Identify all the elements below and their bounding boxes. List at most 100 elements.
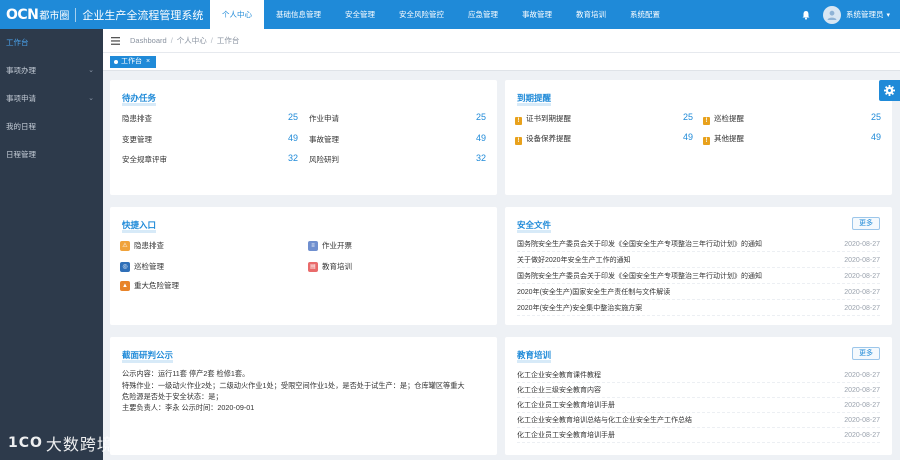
task-label[interactable]: 作业申请 [309, 113, 339, 124]
task-count[interactable]: 49 [268, 133, 298, 143]
sidebar-item-my-schedule[interactable]: 我的日程 [0, 113, 103, 141]
menu-toggle-icon[interactable] [111, 36, 120, 45]
quick-entry-work-ticket[interactable]: ≡ 作业开票 [308, 240, 352, 251]
gear-icon [884, 85, 895, 96]
user-name[interactable]: 系统管理员 [846, 9, 884, 20]
reminder-item[interactable]: ! 设备保养提醒 [515, 133, 571, 145]
document-date: 2020-08-27 [844, 288, 880, 296]
document-date: 2020-08-27 [844, 240, 880, 248]
document-date: 2020-08-27 [844, 256, 880, 264]
nav-system-config[interactable]: 系统配置 [618, 0, 672, 29]
document-title: 2020年(安全生产)安全集中整治实施方案 [517, 305, 643, 312]
reminder-count[interactable]: 25 [851, 112, 881, 122]
quick-entry-major-hazard[interactable]: ▲ 重大危险管理 [120, 280, 179, 291]
warning-icon: ! [703, 117, 710, 125]
training-icon: ▤ [308, 261, 318, 272]
breadcrumb-workbench: 工作台 [216, 36, 240, 45]
app-title: 企业生产全流程管理系统 [82, 9, 204, 22]
sidebar-item-handling[interactable]: 事项办理 ⌄ [0, 57, 103, 85]
sidebar-item-schedule-management[interactable]: 日程管理 [0, 141, 103, 169]
task-count[interactable]: 32 [456, 153, 486, 163]
document-date: 2020-08-27 [844, 272, 880, 280]
quick-entry-label: 重大危险管理 [134, 281, 179, 290]
document-title: 2020年(安全生产)国家安全生产责任制与文件解读 [517, 289, 671, 296]
list-item[interactable]: 国务院安全生产委员会关于印发《全国安全生产专项整治三年行动计划》的通知 2020… [517, 269, 880, 284]
reminder-label: 巡检提醒 [714, 114, 744, 123]
brand[interactable]: OCN 都市圈 企业生产全流程管理系统 [0, 0, 210, 29]
course-date: 2020-08-27 [844, 416, 880, 424]
list-item[interactable]: 2020年(安全生产)国家安全生产责任制与文件解读 2020-08-27 [517, 285, 880, 300]
tab-label: 工作台 [121, 58, 142, 65]
user-area: 系统管理员 ▾ [801, 5, 900, 24]
warning-icon: ! [703, 137, 710, 145]
tab-workbench[interactable]: 工作台 × [110, 56, 157, 68]
task-label[interactable]: 变更管理 [122, 134, 152, 145]
reminder-count[interactable]: 49 [851, 132, 881, 142]
list-item[interactable]: 化工企业员工安全教育培训手册 2020-08-27 [517, 398, 880, 413]
list-item[interactable]: 关于做好2020年安全生产工作的通知 2020-08-27 [517, 253, 880, 268]
sidebar-item-workbench[interactable]: 工作台 [0, 29, 103, 57]
chevron-down-icon[interactable]: ▾ [886, 11, 890, 19]
tags-view: 工作台 × [103, 53, 900, 71]
reminder-item[interactable]: ! 巡检提醒 [703, 113, 744, 125]
document-title: 国务院安全生产委员会关于印发《全国安全生产专项整治三年行动计划》的通知 [517, 241, 762, 248]
avatar[interactable] [822, 5, 841, 24]
breadcrumb-dashboard[interactable]: Dashboard [130, 36, 167, 45]
reminder-item[interactable]: ! 证书到期提醒 [515, 113, 571, 125]
task-count[interactable]: 25 [268, 112, 298, 122]
quick-entry-hazard-check[interactable]: ⚠ 隐患排查 [120, 240, 164, 251]
sidebar-item-label: 事项申请 [6, 94, 36, 103]
list-item[interactable]: 化工企业员工安全教育培训手册 2020-08-27 [517, 428, 880, 443]
list-item[interactable]: 化工企业安全教育课件教程 2020-08-27 [517, 368, 880, 383]
list-item[interactable]: 2020年(安全生产)安全集中整治实施方案 2020-08-27 [517, 301, 880, 316]
warning-icon: ! [515, 137, 522, 145]
course-date: 2020-08-27 [844, 401, 880, 409]
reminder-count[interactable]: 49 [663, 132, 693, 142]
notice-line: 主要负责人：李永 公示时间：2020-09-01 [122, 403, 255, 412]
nav-safety[interactable]: 安全管理 [333, 0, 387, 29]
breadcrumb: Dashboard / 个人中心 / 工作台 [103, 29, 900, 53]
bell-icon[interactable] [801, 10, 811, 20]
nav-accident[interactable]: 事故管理 [510, 0, 564, 29]
card-title: 到期提醒 [517, 93, 552, 106]
reminder-item[interactable]: ! 其他提醒 [703, 133, 744, 145]
task-label[interactable]: 隐患排查 [122, 113, 152, 124]
sidebar-item-label: 日程管理 [6, 150, 36, 159]
list-item[interactable]: 化工企业三级安全教育内容 2020-08-27 [517, 383, 880, 398]
safety-documents-card: 安全文件 更多 国务院安全生产委员会关于印发《全国安全生产专项整治三年行动计划》… [505, 207, 892, 325]
card-title: 截面研判公示 [122, 350, 174, 363]
list-item[interactable]: 化工企业安全教育培训总结与化工企业安全生产工作总结 2020-08-27 [517, 413, 880, 428]
task-count[interactable]: 25 [456, 112, 486, 122]
reminder-count[interactable]: 25 [663, 112, 693, 122]
settings-button[interactable] [879, 80, 900, 101]
more-button[interactable]: 更多 [852, 347, 880, 360]
course-date: 2020-08-27 [844, 371, 880, 379]
active-dot-icon [114, 60, 118, 64]
notice-line: 特殊作业：一级动火作业2处；二级动火作业1处；受限空间作业1处，是否处于试生产：… [122, 381, 465, 390]
task-label[interactable]: 事故管理 [309, 134, 339, 145]
nav-emergency[interactable]: 应急管理 [456, 0, 510, 29]
watermark-text: 大数跨境 [45, 437, 114, 454]
card-title: 教育培训 [517, 350, 552, 363]
quick-entry-training[interactable]: ▤ 教育培训 [308, 261, 352, 272]
task-count[interactable]: 49 [456, 133, 486, 143]
document-title: 关于做好2020年安全生产工作的通知 [517, 257, 631, 264]
nav-risk-control[interactable]: 安全风险管控 [387, 0, 456, 29]
breadcrumb-personal-center[interactable]: 个人中心 [177, 35, 207, 46]
quick-entry-inspection[interactable]: ◎ 巡检管理 [120, 261, 164, 272]
list-item[interactable]: 国务院安全生产委员会关于印发《全国安全生产专项整治三年行动计划》的通知 2020… [517, 237, 880, 252]
course-title: 化工企业安全教育课件教程 [517, 372, 601, 379]
nav-personal-center[interactable]: 个人中心 [210, 0, 264, 29]
task-count[interactable]: 32 [268, 153, 298, 163]
nav-training[interactable]: 教育培训 [564, 0, 618, 29]
nav-basic-info[interactable]: 基础信息管理 [264, 0, 333, 29]
course-title: 化工企业员工安全教育培训手册 [517, 402, 615, 409]
task-label[interactable]: 风险研判 [309, 154, 339, 165]
sidebar-item-application[interactable]: 事项申请 ⌄ [0, 85, 103, 113]
watermark: 1CO 大数跨境 [8, 431, 114, 455]
reminder-label: 设备保养提醒 [526, 134, 571, 143]
task-label[interactable]: 安全规章评审 [122, 154, 167, 165]
pending-tasks-card: 待办任务 隐患排查 25 作业申请 25 变更管理 49 事故管理 49 安全规… [110, 80, 497, 195]
close-icon[interactable]: × [146, 56, 150, 68]
more-button[interactable]: 更多 [852, 217, 880, 230]
